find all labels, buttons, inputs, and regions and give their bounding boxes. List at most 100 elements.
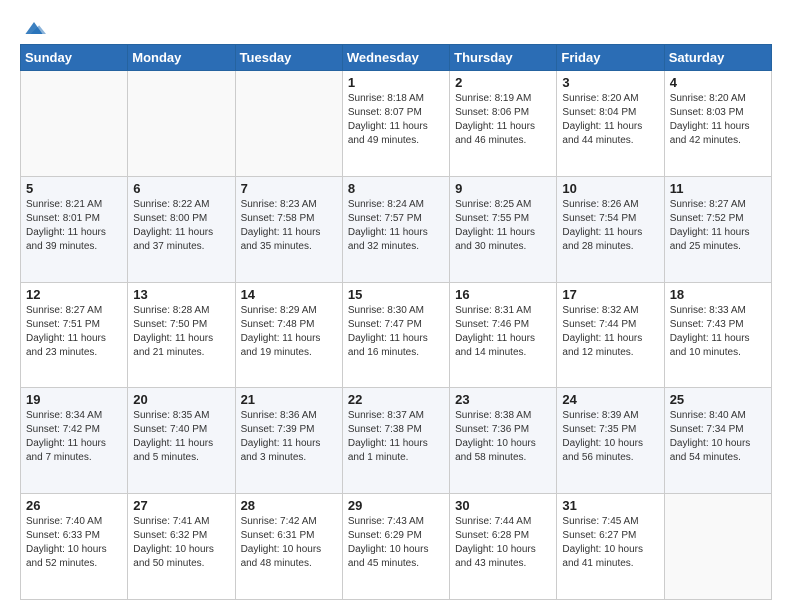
day-number: 21 bbox=[241, 392, 337, 407]
day-number: 27 bbox=[133, 498, 229, 513]
calendar-day-cell: 7 Sunrise: 8:23 AMSunset: 7:58 PMDaylight… bbox=[235, 176, 342, 282]
day-number: 9 bbox=[455, 181, 551, 196]
day-info: Sunrise: 8:20 AMSunset: 8:03 PMDaylight:… bbox=[670, 92, 766, 148]
day-info: Sunrise: 8:29 AMSunset: 7:48 PMDaylight:… bbox=[241, 304, 337, 360]
calendar-day-cell: 13Sunrise: 8:28 AMSunset: 7:50 PMDayligh… bbox=[128, 282, 235, 388]
day-info: Sunrise: 8:21 AMSunset: 8:01 PMDaylight:… bbox=[26, 198, 122, 254]
calendar-week-row: 1Sunrise: 8:18 AMSunset: 8:07 PMDaylight… bbox=[21, 71, 772, 177]
calendar-day-cell: 19 Sunrise: 8:34 AMSunset: 7:42 PMDayligh… bbox=[21, 388, 128, 494]
calendar-week-row: 26 Sunrise: 7:40 AMSunset: 6:33 PMDayligh… bbox=[21, 494, 772, 600]
day-number: 11 bbox=[670, 181, 766, 196]
calendar-day-cell: 6Sunrise: 8:22 AMSunset: 8:00 PMDaylight… bbox=[128, 176, 235, 282]
day-info: Sunrise: 7:40 AMSunset: 6:33 PMDaylight:… bbox=[26, 515, 122, 571]
day-number: 22 bbox=[348, 392, 444, 407]
calendar-day-cell: 16 Sunrise: 8:31 AMSunset: 7:46 PMDayligh… bbox=[450, 282, 557, 388]
day-number: 31 bbox=[562, 498, 658, 513]
day-info: Sunrise: 8:27 AMSunset: 7:51 PMDaylight:… bbox=[26, 304, 122, 360]
day-number: 5 bbox=[26, 181, 122, 196]
day-number: 18 bbox=[670, 287, 766, 302]
day-info: Sunrise: 8:28 AMSunset: 7:50 PMDaylight:… bbox=[133, 304, 229, 360]
calendar-week-row: 19 Sunrise: 8:34 AMSunset: 7:42 PMDayligh… bbox=[21, 388, 772, 494]
day-number: 7 bbox=[241, 181, 337, 196]
weekday-header-tuesday: Tuesday bbox=[235, 45, 342, 71]
calendar-day-cell: 22 Sunrise: 8:37 AMSunset: 7:38 PMDayligh… bbox=[342, 388, 449, 494]
day-number: 17 bbox=[562, 287, 658, 302]
calendar-day-cell: 10 Sunrise: 8:26 AMSunset: 7:54 PMDayligh… bbox=[557, 176, 664, 282]
day-info: Sunrise: 8:34 AMSunset: 7:42 PMDaylight:… bbox=[26, 409, 122, 465]
header bbox=[20, 16, 772, 34]
day-info: Sunrise: 8:22 AMSunset: 8:00 PMDaylight:… bbox=[133, 198, 229, 254]
day-number: 16 bbox=[455, 287, 551, 302]
weekday-header-sunday: Sunday bbox=[21, 45, 128, 71]
calendar-day-cell: 14 Sunrise: 8:29 AMSunset: 7:48 PMDayligh… bbox=[235, 282, 342, 388]
day-info: Sunrise: 8:37 AMSunset: 7:38 PMDaylight:… bbox=[348, 409, 444, 465]
day-number: 29 bbox=[348, 498, 444, 513]
weekday-header-monday: Monday bbox=[128, 45, 235, 71]
day-info: Sunrise: 7:42 AMSunset: 6:31 PMDaylight:… bbox=[241, 515, 337, 571]
weekday-header-saturday: Saturday bbox=[664, 45, 771, 71]
day-info: Sunrise: 8:39 AMSunset: 7:35 PMDaylight:… bbox=[562, 409, 658, 465]
day-number: 10 bbox=[562, 181, 658, 196]
day-number: 2 bbox=[455, 75, 551, 90]
calendar-empty-cell bbox=[21, 71, 128, 177]
day-number: 3 bbox=[562, 75, 658, 90]
day-info: Sunrise: 8:20 AMSunset: 8:04 PMDaylight:… bbox=[562, 92, 658, 148]
calendar-table: SundayMondayTuesdayWednesdayThursdayFrid… bbox=[20, 44, 772, 600]
day-info: Sunrise: 8:32 AMSunset: 7:44 PMDaylight:… bbox=[562, 304, 658, 360]
day-number: 8 bbox=[348, 181, 444, 196]
calendar-day-cell: 9 Sunrise: 8:25 AMSunset: 7:55 PMDaylight… bbox=[450, 176, 557, 282]
calendar-day-cell: 17 Sunrise: 8:32 AMSunset: 7:44 PMDayligh… bbox=[557, 282, 664, 388]
calendar-day-cell: 15Sunrise: 8:30 AMSunset: 7:47 PMDayligh… bbox=[342, 282, 449, 388]
calendar-empty-cell bbox=[235, 71, 342, 177]
calendar-day-cell: 25 Sunrise: 8:40 AMSunset: 7:34 PMDayligh… bbox=[664, 388, 771, 494]
day-info: Sunrise: 8:30 AMSunset: 7:47 PMDaylight:… bbox=[348, 304, 444, 360]
calendar-day-cell: 27Sunrise: 7:41 AMSunset: 6:32 PMDayligh… bbox=[128, 494, 235, 600]
calendar-day-cell: 28 Sunrise: 7:42 AMSunset: 6:31 PMDayligh… bbox=[235, 494, 342, 600]
day-info: Sunrise: 8:25 AMSunset: 7:55 PMDaylight:… bbox=[455, 198, 551, 254]
calendar-week-row: 5 Sunrise: 8:21 AMSunset: 8:01 PMDaylight… bbox=[21, 176, 772, 282]
logo bbox=[20, 16, 46, 34]
day-info: Sunrise: 8:23 AMSunset: 7:58 PMDaylight:… bbox=[241, 198, 337, 254]
day-number: 23 bbox=[455, 392, 551, 407]
day-info: Sunrise: 8:31 AMSunset: 7:46 PMDaylight:… bbox=[455, 304, 551, 360]
calendar-empty-cell bbox=[128, 71, 235, 177]
calendar-day-cell: 11Sunrise: 8:27 AMSunset: 7:52 PMDayligh… bbox=[664, 176, 771, 282]
weekday-header-thursday: Thursday bbox=[450, 45, 557, 71]
day-info: Sunrise: 8:36 AMSunset: 7:39 PMDaylight:… bbox=[241, 409, 337, 465]
logo-icon bbox=[22, 18, 46, 38]
calendar-day-cell: 3 Sunrise: 8:20 AMSunset: 8:04 PMDaylight… bbox=[557, 71, 664, 177]
weekday-header-wednesday: Wednesday bbox=[342, 45, 449, 71]
calendar-day-cell: 24 Sunrise: 8:39 AMSunset: 7:35 PMDayligh… bbox=[557, 388, 664, 494]
calendar-day-cell: 8 Sunrise: 8:24 AMSunset: 7:57 PMDaylight… bbox=[342, 176, 449, 282]
calendar-day-cell: 12 Sunrise: 8:27 AMSunset: 7:51 PMDayligh… bbox=[21, 282, 128, 388]
day-info: Sunrise: 8:38 AMSunset: 7:36 PMDaylight:… bbox=[455, 409, 551, 465]
day-info: Sunrise: 8:24 AMSunset: 7:57 PMDaylight:… bbox=[348, 198, 444, 254]
day-number: 28 bbox=[241, 498, 337, 513]
calendar-empty-cell bbox=[664, 494, 771, 600]
day-number: 30 bbox=[455, 498, 551, 513]
day-number: 19 bbox=[26, 392, 122, 407]
day-info: Sunrise: 8:26 AMSunset: 7:54 PMDaylight:… bbox=[562, 198, 658, 254]
day-number: 12 bbox=[26, 287, 122, 302]
day-info: Sunrise: 7:45 AMSunset: 6:27 PMDaylight:… bbox=[562, 515, 658, 571]
calendar-day-cell: 21 Sunrise: 8:36 AMSunset: 7:39 PMDayligh… bbox=[235, 388, 342, 494]
calendar-day-cell: 5 Sunrise: 8:21 AMSunset: 8:01 PMDaylight… bbox=[21, 176, 128, 282]
calendar-day-cell: 2Sunrise: 8:19 AMSunset: 8:06 PMDaylight… bbox=[450, 71, 557, 177]
calendar-day-cell: 4 Sunrise: 8:20 AMSunset: 8:03 PMDaylight… bbox=[664, 71, 771, 177]
day-info: Sunrise: 8:40 AMSunset: 7:34 PMDaylight:… bbox=[670, 409, 766, 465]
day-number: 4 bbox=[670, 75, 766, 90]
calendar-day-cell: 23 Sunrise: 8:38 AMSunset: 7:36 PMDayligh… bbox=[450, 388, 557, 494]
day-info: Sunrise: 8:18 AMSunset: 8:07 PMDaylight:… bbox=[348, 92, 444, 148]
page: SundayMondayTuesdayWednesdayThursdayFrid… bbox=[0, 0, 792, 612]
day-number: 24 bbox=[562, 392, 658, 407]
calendar-day-cell: 31 Sunrise: 7:45 AMSunset: 6:27 PMDayligh… bbox=[557, 494, 664, 600]
weekday-header-friday: Friday bbox=[557, 45, 664, 71]
day-info: Sunrise: 7:43 AMSunset: 6:29 PMDaylight:… bbox=[348, 515, 444, 571]
day-number: 25 bbox=[670, 392, 766, 407]
day-number: 26 bbox=[26, 498, 122, 513]
day-info: Sunrise: 8:35 AMSunset: 7:40 PMDaylight:… bbox=[133, 409, 229, 465]
calendar-day-cell: 1Sunrise: 8:18 AMSunset: 8:07 PMDaylight… bbox=[342, 71, 449, 177]
day-info: Sunrise: 8:33 AMSunset: 7:43 PMDaylight:… bbox=[670, 304, 766, 360]
day-number: 14 bbox=[241, 287, 337, 302]
calendar-day-cell: 18 Sunrise: 8:33 AMSunset: 7:43 PMDayligh… bbox=[664, 282, 771, 388]
